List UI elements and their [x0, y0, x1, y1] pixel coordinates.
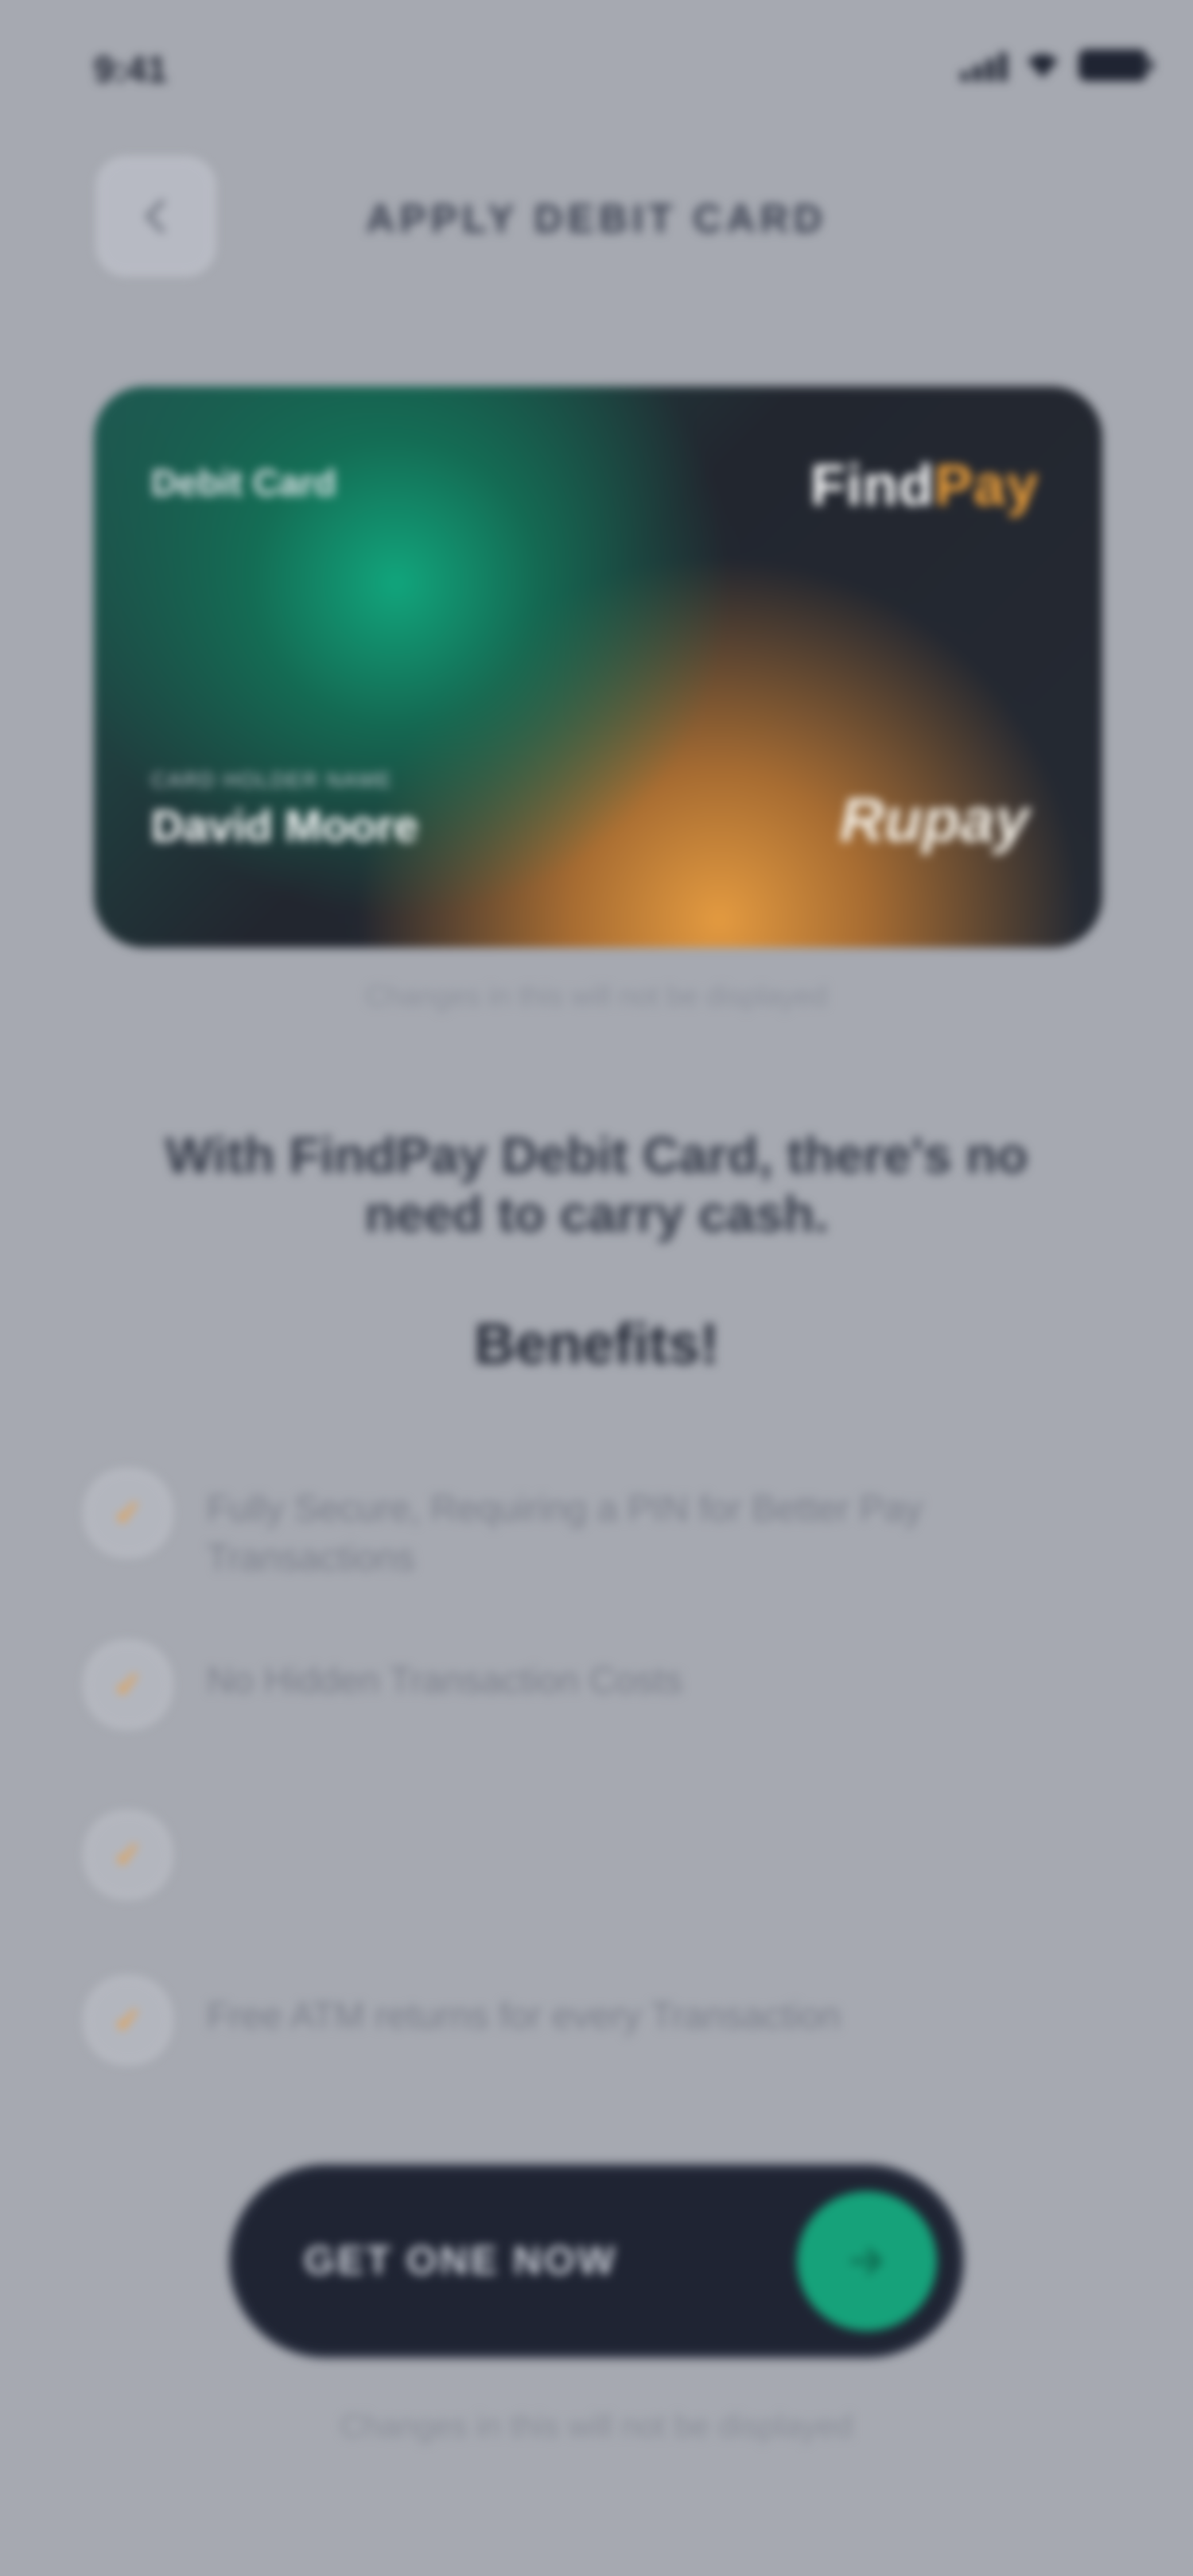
- back-arrow-icon: [146, 200, 165, 233]
- cta-label: GET ONE NOW: [304, 2238, 618, 2283]
- benefit-text: No Hidden Transaction Costs: [207, 1659, 683, 1701]
- brand-accent: Pay: [934, 454, 1039, 518]
- benefit-item: ✓ No Hidden Transaction Costs: [84, 1641, 1071, 1728]
- back-button[interactable]: [97, 157, 215, 275]
- arrow-right-icon: [850, 2248, 882, 2275]
- benefit-check-icon: ✓: [84, 1977, 172, 2064]
- card-brand-logo: FindPay: [810, 453, 1039, 518]
- cta-arrow-button[interactable]: [797, 2191, 937, 2331]
- wifi-icon: [1024, 51, 1061, 80]
- card-note: Changes in this will not be displayed: [365, 980, 828, 1012]
- battery-icon: [1078, 49, 1153, 81]
- card-network-logo: Rupay: [839, 785, 1029, 855]
- benefit-check-icon: ✓: [84, 1641, 172, 1728]
- benefit-item: ✓ Fully Secure, Requiring a PIN for Bett…: [84, 1469, 1071, 1582]
- benefit-item: ✓: [84, 1811, 1071, 1899]
- status-time: 9:41: [94, 48, 168, 90]
- footer-note: Changes in this will not be displayed: [340, 2409, 853, 2444]
- benefit-text: Free ATM returns for every Transaction: [207, 1995, 841, 2036]
- blurred-screen: 9:41 APPLY DEBIT CARD Debit Card FindPay…: [0, 0, 1193, 2576]
- benefit-item: ✓ Free ATM returns for every Transaction: [84, 1977, 1071, 2064]
- card-holder-name: David Moore: [151, 801, 419, 851]
- debit-card-preview: Debit Card FindPay CARD HOLDER NAME Davi…: [94, 386, 1102, 948]
- benefit-check-icon: ✓: [84, 1469, 172, 1557]
- benefits-title: Benefits!: [473, 1313, 720, 1376]
- status-icons: [961, 49, 1153, 81]
- brand-main: Find: [810, 454, 935, 518]
- page-title: APPLY DEBIT CARD: [366, 196, 827, 241]
- signal-icon: [961, 49, 1007, 81]
- tagline: With FindPay Debit Card, there's no need…: [165, 1127, 1028, 1243]
- benefit-text: Fully Secure, Requiring a PIN for Better…: [207, 1488, 923, 1578]
- benefit-check-icon: ✓: [84, 1811, 172, 1899]
- get-one-now-button[interactable]: GET ONE NOW: [229, 2164, 964, 2358]
- card-type-label: Debit Card: [151, 462, 336, 503]
- card-holder-caption: CARD HOLDER NAME: [151, 768, 393, 792]
